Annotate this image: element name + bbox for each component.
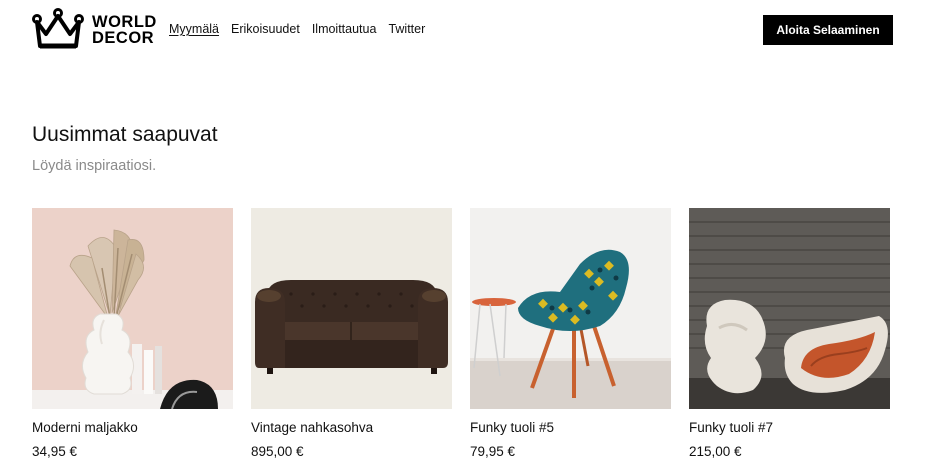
chair-photo [470,208,671,409]
brand-line-1: WORLD [92,13,157,31]
site-header: WORLD DECOR Myymälä Erikoisuudet Ilmoitt… [0,0,931,60]
nav-item-myymala[interactable]: Myymälä [169,21,219,37]
main-nav: Myymälä Erikoisuudet Ilmoittautua Twitte… [169,21,425,37]
product-name: Funky tuoli #5 [470,420,555,435]
product-price: 895,00 € [251,444,304,459]
product-price: 215,00 € [689,444,742,459]
crown-icon [32,8,84,52]
vase-photo [32,208,233,409]
product-price: 34,95 € [32,444,78,459]
sofa-photo [251,208,452,409]
product-name: Funky tuoli #7 [689,420,774,435]
product-card[interactable]: Moderni maljakko 34,95 € [32,208,233,466]
brand-logo[interactable]: WORLD DECOR [32,8,157,52]
nav-item-ilmoittautua[interactable]: Ilmoittautua [312,21,377,37]
product-name: Moderni maljakko [32,420,138,435]
nav-item-twitter[interactable]: Twitter [388,21,425,37]
brand-name: WORLD DECOR [92,13,157,47]
section-subtitle: Löydä inspiraatiosi. [32,158,157,174]
section-title: Uusimmat saapuvat [32,123,218,146]
lounge-chairs-photo [689,208,890,409]
product-price: 79,95 € [470,444,516,459]
product-card[interactable]: Funky tuoli #7 215,00 € [689,208,890,466]
start-browsing-button[interactable]: Aloita Selaaminen [763,15,893,45]
product-card[interactable]: Vintage nahkasohva 895,00 € [251,208,452,466]
product-name: Vintage nahkasohva [251,420,374,435]
brand-line-2: DECOR [92,29,155,47]
nav-item-erikoisuudet[interactable]: Erikoisuudet [231,21,300,37]
product-card[interactable]: Funky tuoli #5 79,95 € [470,208,671,466]
product-grid: Moderni maljakko 34,95 € Vintage nahkaso… [32,208,902,466]
